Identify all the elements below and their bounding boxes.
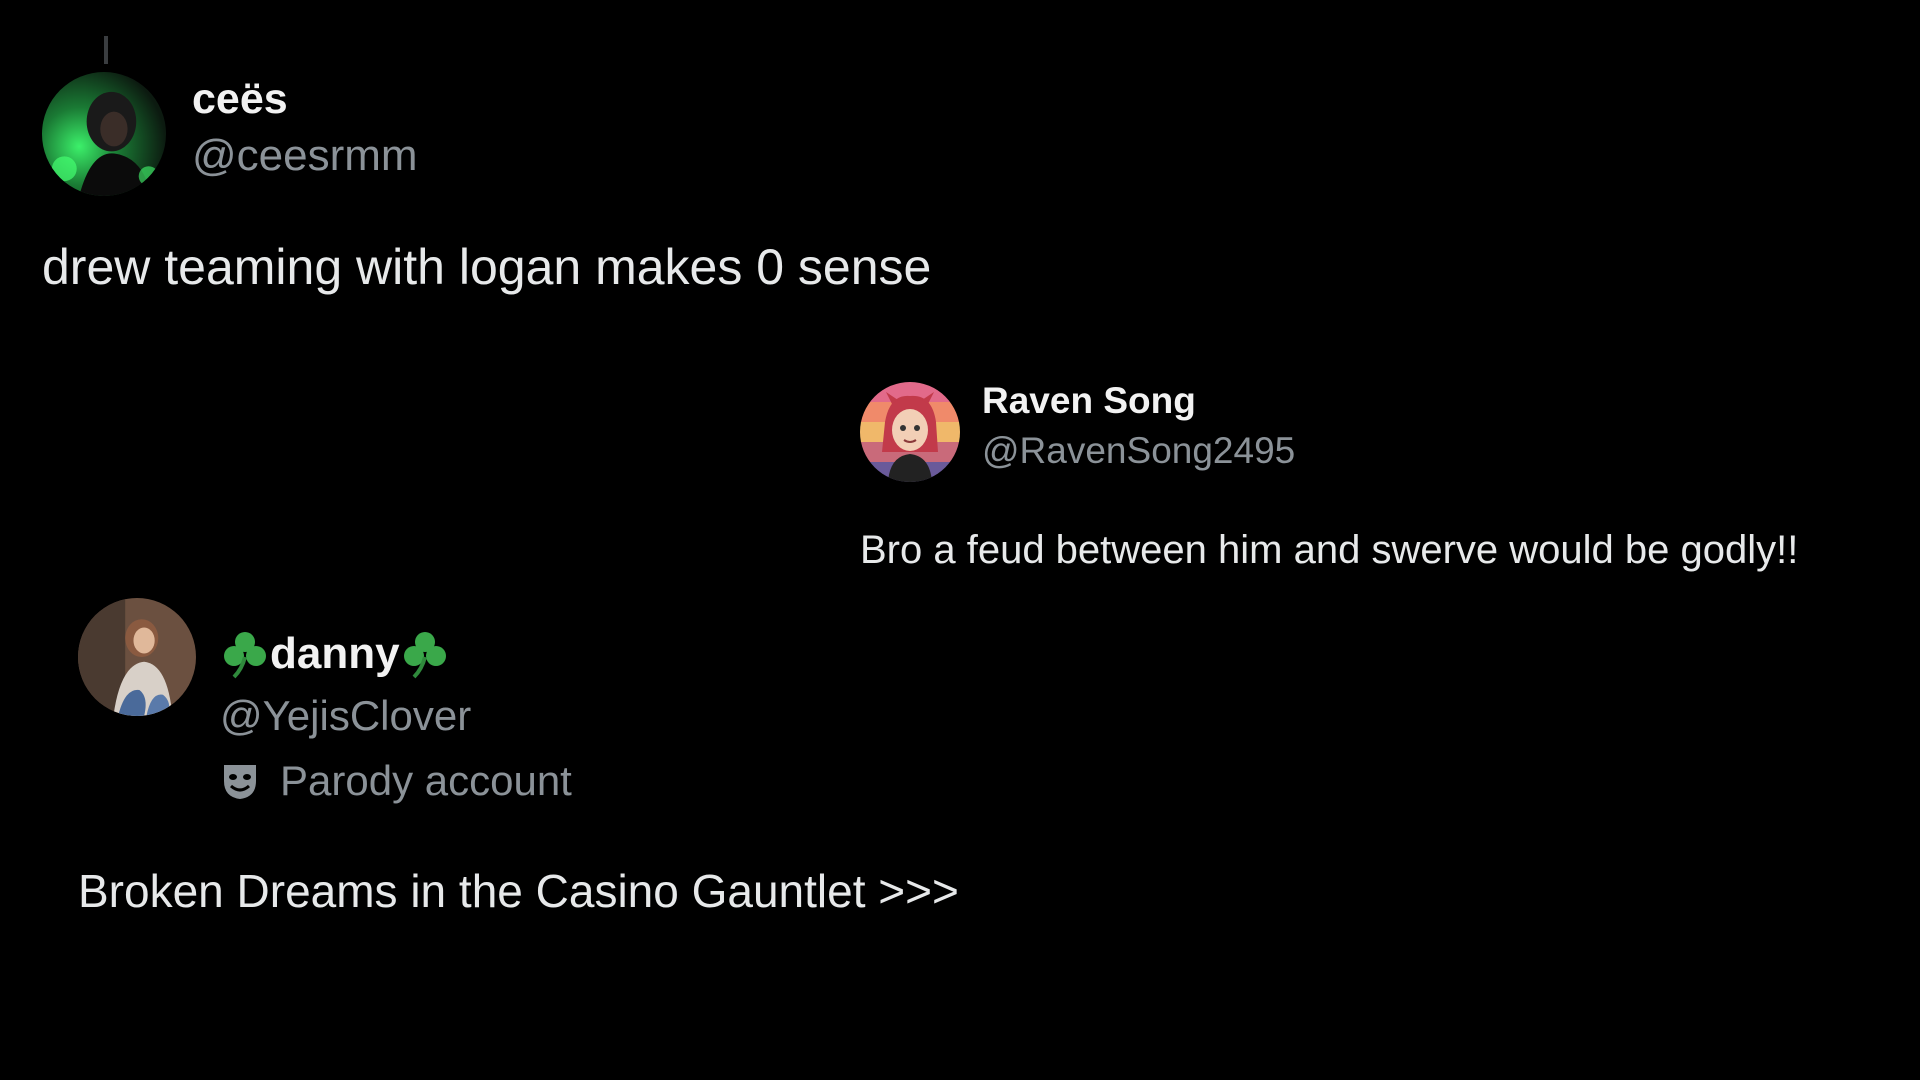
- avatar[interactable]: [860, 382, 960, 482]
- post-ceesrmm[interactable]: ceës @ceesrmm drew teaming with logan ma…: [42, 72, 931, 296]
- author-handle[interactable]: @YejisClover: [220, 686, 572, 746]
- parody-account-label: Parody account: [280, 757, 572, 804]
- author-display-name[interactable]: Raven Song: [982, 379, 1295, 423]
- post-body-text: Broken Dreams in the Casino Gauntlet >>>: [78, 865, 959, 917]
- avatar-image: [860, 382, 960, 482]
- post-body-text: drew teaming with logan makes 0 sense: [42, 239, 932, 295]
- author-identity: danny @YejisClover Parody account: [220, 622, 572, 816]
- author-identity: ceës @ceesrmm: [192, 73, 418, 187]
- avatar[interactable]: [78, 598, 196, 716]
- author-handle[interactable]: @RavenSong2495: [982, 423, 1295, 479]
- post-header: danny @YejisClover Parody account: [78, 598, 959, 816]
- avatar-image: [78, 598, 196, 716]
- author-display-name[interactable]: danny: [220, 622, 572, 686]
- post-header: ceës @ceesrmm: [42, 72, 931, 196]
- author-handle[interactable]: @ceesrmm: [192, 125, 418, 187]
- shamrock-icon: [220, 629, 270, 679]
- post-yejisclover[interactable]: danny @YejisClover Parody account Broken…: [78, 598, 959, 918]
- screenshot-canvas: ceës @ceesrmm drew teaming with logan ma…: [0, 0, 1920, 1080]
- shamrock-icon: [400, 629, 450, 679]
- post-body-text: Bro a feud between him and swerve would …: [860, 528, 1799, 572]
- post-header: Raven Song @RavenSong2495: [860, 379, 1798, 482]
- author-display-name-text: danny: [270, 629, 400, 678]
- parody-account-badge: Parody account: [220, 746, 572, 816]
- author-identity: Raven Song @RavenSong2495: [982, 379, 1295, 479]
- thread-connector-line: [104, 36, 108, 64]
- avatar-image: [42, 72, 166, 196]
- avatar[interactable]: [42, 72, 166, 196]
- theater-mask-icon: [220, 761, 260, 801]
- author-display-name[interactable]: ceës: [192, 73, 418, 125]
- post-ravensong2495[interactable]: Raven Song @RavenSong2495 Bro a feud bet…: [860, 379, 1799, 573]
